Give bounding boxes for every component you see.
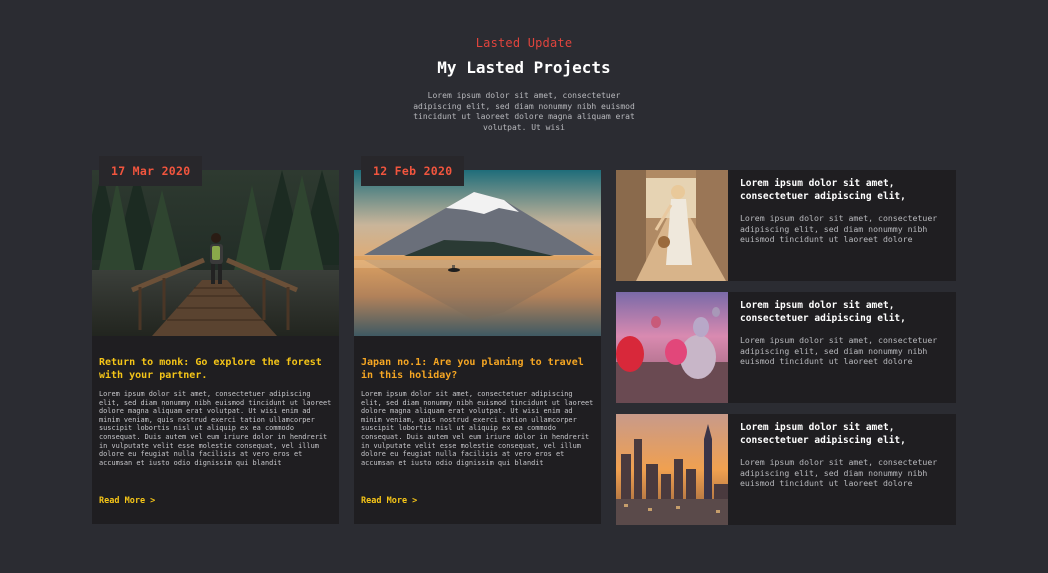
date-badge-forest: 17 Mar 2020: [99, 156, 203, 186]
section-header: Lasted Update My Lasted Projects Lorem i…: [0, 36, 1048, 133]
list-title[interactable]: Lorem ipsum dolor sit amet, consectetuer…: [740, 300, 950, 325]
card-heading[interactable]: Return to monk: Go explore the forest wi…: [99, 356, 335, 382]
list-item[interactable]: Lorem ipsum dolor sit amet, consectetuer…: [616, 292, 956, 403]
project-card-japan[interactable]: Japan no.1: Are you planing to travel in…: [354, 170, 601, 524]
list-item[interactable]: Lorem ipsum dolor sit amet, consectetuer…: [616, 170, 956, 281]
read-more-link[interactable]: Read More >: [361, 496, 417, 506]
list-title[interactable]: Lorem ipsum dolor sit amet, consectetuer…: [740, 178, 950, 203]
section-title: My Lasted Projects: [437, 58, 611, 77]
project-card-forest[interactable]: Return to monk: Go explore the forest wi…: [92, 170, 339, 524]
section-intro: Lorem ipsum dolor sit amet, consectetuer…: [413, 91, 635, 132]
list-thumb-balloons[interactable]: [616, 292, 728, 403]
read-more-link[interactable]: Read More >: [99, 496, 155, 506]
card-image-fuji[interactable]: [354, 170, 601, 336]
card-heading[interactable]: Japan no.1: Are you planing to travel in…: [361, 356, 597, 382]
list-thumb-city[interactable]: [616, 414, 728, 525]
card-image-forest[interactable]: [92, 170, 339, 336]
card-body: Lorem ipsum dolor sit amet, consectetuer…: [361, 390, 594, 467]
list-body: Lorem ipsum dolor sit amet, consectetuer…: [740, 335, 938, 366]
list-item[interactable]: Lorem ipsum dolor sit amet, consectetuer…: [616, 414, 956, 525]
list-title[interactable]: Lorem ipsum dolor sit amet, consectetuer…: [740, 422, 950, 447]
card-body: Lorem ipsum dolor sit amet, consectetuer…: [99, 390, 332, 467]
date-badge-japan: 12 Feb 2020: [361, 156, 465, 186]
list-thumb-woman[interactable]: [616, 170, 728, 281]
list-body: Lorem ipsum dolor sit amet, consectetuer…: [740, 213, 938, 244]
list-body: Lorem ipsum dolor sit amet, consectetuer…: [740, 457, 938, 488]
section-eyebrow: Lasted Update: [475, 36, 573, 50]
